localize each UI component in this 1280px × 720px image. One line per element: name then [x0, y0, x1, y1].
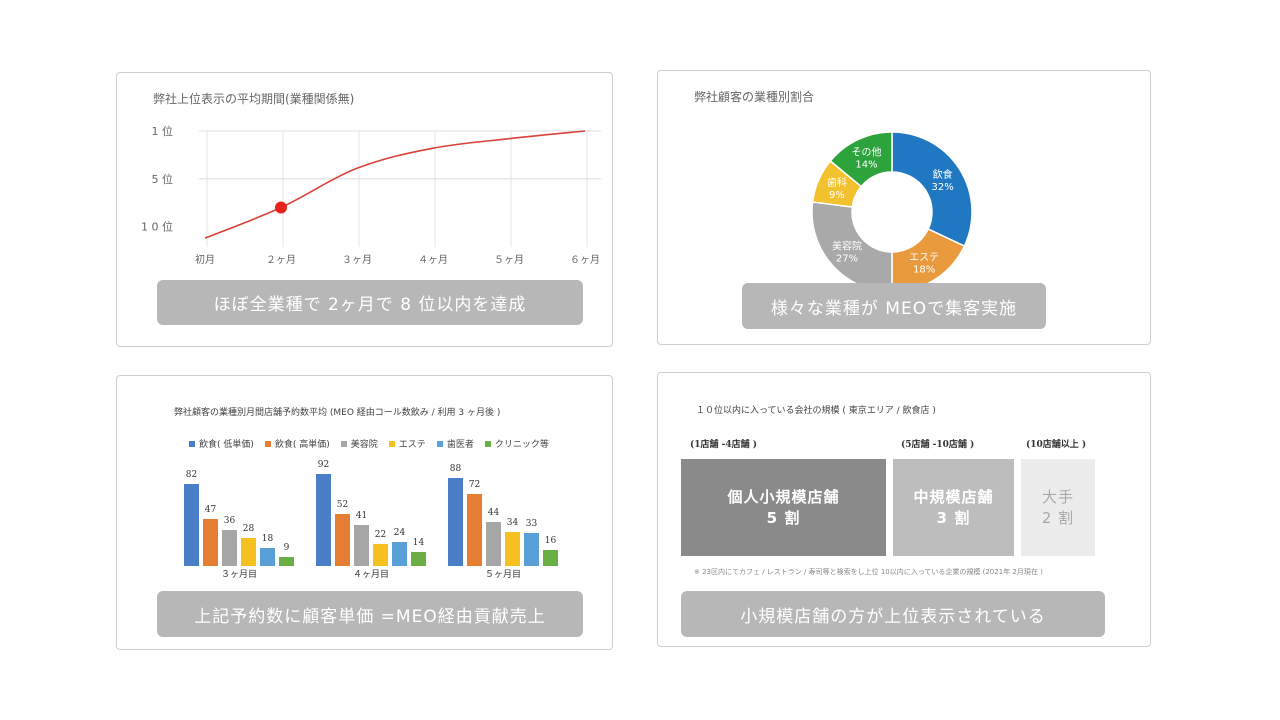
bar-value-label: 52 — [337, 500, 348, 510]
box-label: 大手 — [1041, 487, 1074, 506]
slice-name-label: 歯科 — [827, 176, 847, 189]
legend-swatch — [484, 440, 491, 447]
medium-store-box: 中規模店舗 3 割 — [893, 459, 1014, 556]
industry-donut-chart: 飲食32% エステ18% 美容院27% 歯科9% その他14% — [811, 131, 973, 293]
bar — [505, 532, 520, 566]
slice-name-label: 飲食 — [933, 168, 953, 181]
bar-value-label: 47 — [205, 505, 217, 515]
summary-banner: 小規模店舗の方が上位表示されている — [681, 591, 1105, 637]
bar — [373, 544, 388, 566]
bar-value-label: 16 — [545, 536, 557, 546]
slice-value-label: 18% — [913, 265, 935, 276]
legend-swatch — [189, 440, 195, 447]
x-tick-label: ３ヶ月 — [342, 254, 372, 266]
company-size-panel: １０位以内に入っている会社の規模 ( 東京エリア / 飲食店 ) (1店舗 -4… — [657, 372, 1151, 647]
summary-banner: ほぼ全業種で 2ヶ月で 8 位以内を達成 — [157, 280, 583, 325]
x-tick-label: 初月 — [195, 253, 215, 266]
legend-swatch — [340, 440, 347, 447]
bar — [335, 514, 350, 566]
bar-value-label: 88 — [450, 464, 462, 474]
ranking-period-panel: 弊社上位表示の平均期間(業種関係無) 1 位 5 位 1 0 位初月 ２ヶ月 ３ヶ月 ４ヶ… — [116, 72, 613, 347]
panel-title: １０位以内に入っている会社の規模 ( 東京エリア / 飲食店 ) — [696, 406, 936, 416]
footnote: ※ 23区内にてカフェ / レストラン / 寿司等と検索をし上位 10以内に入っ… — [694, 568, 1043, 576]
bar-value-label: 18 — [262, 534, 274, 544]
category-label: ４ヶ月目 — [353, 569, 389, 580]
slice-name-label: エステ — [909, 253, 939, 264]
size-header-large: (10店舗以上 ) — [1026, 440, 1087, 450]
bar — [279, 557, 294, 566]
bar — [222, 530, 237, 566]
large-store-box: 大手 2 割 — [1021, 459, 1095, 556]
y-tick-label: 5 位 — [152, 172, 174, 186]
panel-title: 弊社上位表示の平均期間(業種関係無) — [153, 92, 355, 106]
bar-value-label: 92 — [318, 460, 329, 470]
box-label: 個人小規模店舗 — [727, 487, 840, 506]
legend-swatch — [264, 440, 271, 447]
highlight-point — [275, 201, 287, 214]
slice-name-label: その他 — [851, 146, 881, 159]
bar — [260, 548, 275, 566]
panel-title: 弊社顧客の業種別月間店舗予約数平均 (MEO 経由コール数飲み / 利用 3 ヶ… — [174, 408, 501, 418]
size-header-medium: (5店舗 -10店舗 ) — [901, 440, 975, 450]
slice-value-label: 32% — [932, 182, 954, 193]
reservations-bar-chart: 82 47 36 28 18 9 ３ヶ月目 92 52 41 22 24 14 ４ヶ月目 88 72 44 34 3… — [184, 460, 558, 580]
summary-banner: 上記予約数に顧客単価 =MEO経由貢献売上 — [157, 591, 583, 637]
x-tick-label: ２ヶ月 — [266, 254, 296, 266]
bar-value-label: 72 — [469, 480, 480, 490]
bar-value-label: 14 — [413, 538, 425, 548]
x-tick-label: ５ヶ月 — [494, 254, 524, 266]
bar — [486, 522, 501, 566]
bar — [543, 550, 558, 566]
bar-value-label: 82 — [186, 470, 197, 480]
box-share: 5 割 — [766, 508, 801, 527]
bar — [241, 538, 256, 566]
bar — [448, 478, 463, 566]
bar — [203, 519, 218, 566]
bar-value-label: 24 — [394, 528, 406, 538]
ranking-line — [204, 130, 586, 239]
industry-share-panel: 弊社顧客の業種別割合 飲食 32% エステ 18% 美容院 27% 歯科 9% その他 14% 様… — [657, 70, 1151, 345]
bar-value-label: 44 — [488, 508, 500, 518]
legend-swatch — [436, 440, 443, 447]
bar-value-label: 34 — [507, 518, 519, 528]
bar — [392, 542, 407, 566]
slice-value-label: 27% — [836, 254, 858, 265]
reservations-panel: 弊社顧客の業種別月間店舗予約数平均 (MEO 経由コール数飲み / 利用 3 ヶ… — [116, 375, 613, 650]
category-label: ５ヶ月目 — [485, 569, 521, 580]
box-label: 中規模店舗 — [913, 487, 994, 506]
box-share: 3 割 — [936, 508, 971, 527]
bar-value-label: 41 — [356, 511, 367, 521]
small-store-box: 個人小規模店舗 5 割 — [681, 459, 886, 556]
bar-value-label: 22 — [375, 530, 386, 540]
bar — [354, 525, 369, 566]
size-header-small: (1店舗 -4店舗 ) — [690, 440, 758, 450]
legend-swatch — [388, 440, 395, 447]
y-tick-label: 1 位 — [152, 124, 174, 138]
box-share: 2 割 — [1041, 508, 1075, 527]
summary-banner: 様々な業種が MEOで集客実施 — [742, 283, 1046, 329]
bar — [467, 494, 482, 566]
bar-value-label: 9 — [284, 543, 290, 553]
bar-value-label: 33 — [526, 519, 538, 529]
category-label: ３ヶ月目 — [221, 569, 257, 580]
x-tick-label: ４ヶ月 — [418, 254, 448, 266]
bar — [524, 533, 539, 566]
slice-name-label: 美容院 — [832, 240, 862, 253]
bar-value-label: 36 — [224, 516, 236, 526]
y-tick-label: 1 0 位 — [141, 220, 173, 234]
bar — [316, 474, 331, 566]
bar-value-label: 28 — [243, 524, 255, 534]
bar — [411, 552, 426, 566]
bar — [184, 484, 199, 566]
slice-value-label: 9% — [829, 190, 845, 201]
slice-value-label: 14% — [855, 160, 877, 171]
x-tick-label: ６ヶ月 — [570, 254, 600, 266]
